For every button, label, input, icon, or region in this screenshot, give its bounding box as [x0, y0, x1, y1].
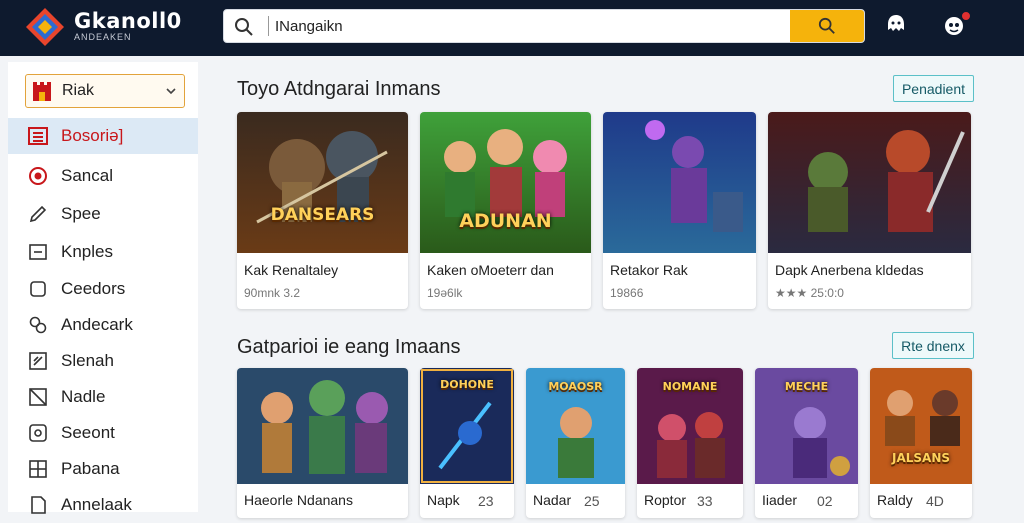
game-meta: 4D [926, 493, 944, 509]
game-cover-image [237, 368, 408, 484]
app-subtitle: ANDEAKEN [74, 32, 132, 42]
game-card[interactable]: Dapk Anerbena kldedas ★★★ 25:0:0 [768, 112, 971, 309]
sidebar-item-label: Knples [61, 242, 113, 261]
game-title: Raldy [877, 492, 913, 508]
sidebar-item-label: Annelaak [61, 495, 132, 514]
doc-icon [31, 496, 46, 514]
game-title: Nadar [533, 492, 572, 508]
notification-badge [960, 10, 972, 22]
sidebar-item-label: Sancal [61, 166, 113, 185]
user-icon[interactable] [883, 12, 909, 38]
slash-box-icon [29, 352, 47, 370]
cover-title: NOMANE [662, 380, 718, 393]
section-title: Toyo Atdngarai Inmans [237, 78, 441, 100]
game-meta: 19ə6lk [427, 286, 463, 300]
game-cover-image [237, 112, 408, 253]
sidebar-item-1[interactable]: Sancal [8, 158, 198, 194]
cover-title: MOAOSR [548, 380, 603, 393]
game-title: Dapk Anerbena kldedas [775, 262, 924, 278]
game-title: Napk [427, 492, 460, 508]
diagonal-box-icon [29, 388, 47, 406]
sidebar-item-0[interactable]: Bosoriə] [8, 118, 198, 154]
game-meta: 25 [584, 493, 600, 509]
game-card[interactable]: ADUNAN Kaken oMoeterr dan 19ə6lk [420, 112, 591, 309]
game-card[interactable]: JALSANS Raldy 4D [870, 368, 972, 518]
game-card[interactable]: Retakor Rak 19866 [603, 112, 756, 309]
list-icon [28, 127, 48, 145]
game-title: Haeorle Ndanans [244, 492, 353, 508]
search-bar [223, 9, 865, 43]
game-cover-image [768, 112, 971, 253]
chevron-down-icon [166, 88, 176, 95]
game-meta: 02 [817, 493, 833, 509]
game-card[interactable]: DANSEARS Kak Renaltaley 90mnk 3.2 [237, 112, 408, 309]
cover-title: DOHONE [440, 378, 494, 391]
game-title: Kak Renaltaley [244, 262, 339, 278]
game-card[interactable]: MOAOSR Nadar 25 [526, 368, 625, 518]
game-card[interactable]: MECHE Iiader 02 [755, 368, 858, 518]
sidebar-item-4[interactable]: Ceedors [8, 271, 198, 307]
sidebar-item-label: Nadle [61, 387, 106, 406]
sidebar-item-label: Pabana [61, 459, 120, 478]
sidebar-item-7[interactable]: Nadle [8, 379, 198, 415]
cover-title: ADUNAN [459, 210, 552, 232]
sidebar: Riak Bosoriə] Sancal Spee Knples Ceedors… [8, 62, 198, 514]
game-meta: 90mnk 3.2 [244, 286, 301, 300]
sidebar-item-label: Slenah [61, 351, 114, 370]
sidebar-item-label: Andecark [61, 315, 133, 334]
link-icon [29, 316, 47, 334]
search-input[interactable] [268, 16, 788, 36]
game-title: Retakor Rak [610, 262, 688, 278]
game-title: Roptor [644, 492, 687, 508]
minus-box-icon [29, 244, 47, 260]
search-button[interactable] [790, 10, 864, 42]
sidebar-item-label: Seeont [61, 423, 115, 442]
pencil-icon [29, 205, 47, 223]
sidebar-item-9[interactable]: Pabana [8, 451, 198, 487]
grid-icon [29, 460, 47, 478]
castle-icon [33, 82, 51, 101]
sidebar-item-label: Spee [61, 204, 101, 223]
game-card[interactable]: Haeorle Ndanans [237, 368, 408, 518]
logo-icon[interactable] [24, 6, 66, 48]
app-title: Gkanoll0 [74, 9, 182, 33]
sidebar-item-6[interactable]: Slenah [8, 343, 198, 379]
game-meta: 33 [697, 493, 713, 509]
search-icon [235, 18, 253, 36]
sidebar-item-5[interactable]: Andecark [8, 307, 198, 343]
search-icon [818, 17, 835, 34]
category-select[interactable]: Riak [25, 74, 185, 108]
game-card[interactable]: NOMANE Roptor 33 [637, 368, 743, 518]
target-icon [29, 167, 47, 185]
game-card[interactable]: DOHONE Napk 23 [420, 368, 514, 518]
cover-title: DANSEARS [270, 205, 375, 225]
cover-title: JALSANS [891, 451, 950, 465]
game-cover-image [603, 112, 756, 253]
game-title: Kaken oMoeterr dan [427, 262, 554, 278]
sidebar-item-label: Ceedors [61, 279, 126, 298]
sidebar-item-10[interactable]: Annelaak [8, 487, 198, 523]
square-icon [30, 281, 46, 297]
game-meta: ★★★ 25:0:0 [775, 286, 844, 300]
game-title: Iiader [762, 492, 798, 508]
cover-title: MECHE [784, 380, 829, 393]
sidebar-item-8[interactable]: Seeont [8, 415, 198, 451]
sidebar-item-label: Bosoriə] [61, 126, 124, 145]
section-action-button[interactable]: Rte dnenx [892, 332, 974, 359]
section-action-button[interactable]: Penadient [893, 75, 974, 102]
select-label: Riak [62, 82, 95, 99]
game-cover-image [870, 368, 972, 484]
game-meta: 19866 [610, 286, 644, 300]
circle-box-icon [29, 424, 47, 442]
section-title: Gatparioi ie eang Imaans [237, 336, 461, 358]
sidebar-item-2[interactable]: Spee [8, 196, 198, 232]
top-bar: Gkanoll0 ANDEAKEN [0, 0, 1024, 56]
main-content: Toyo Atdngarai Inmans Penadient DANSEARS… [214, 62, 1014, 518]
sidebar-item-3[interactable]: Knples [8, 234, 198, 270]
game-meta: 23 [478, 493, 494, 509]
